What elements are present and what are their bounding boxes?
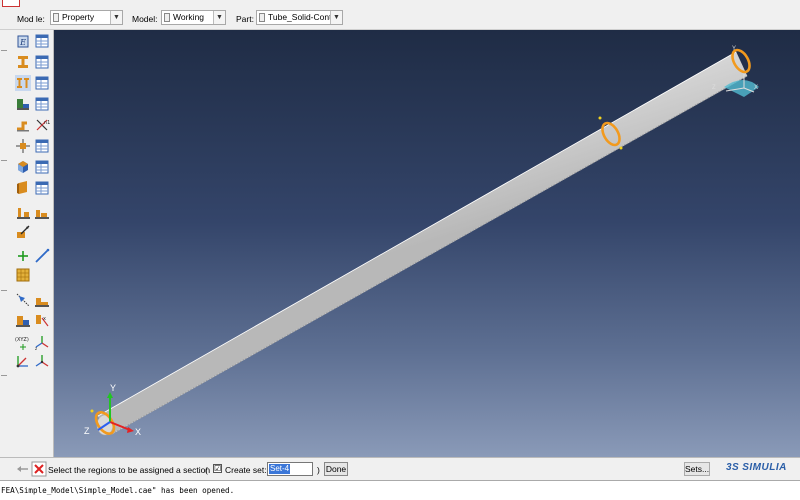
brand-mark: 3S [726, 462, 740, 473]
partition-cell-icon[interactable] [15, 312, 31, 328]
property-toolbox: E n1 x (XYZ) z [9, 30, 54, 457]
create-set-checkbox[interactable]: ☑ [213, 464, 222, 473]
edge-marker [598, 116, 602, 120]
chevron-down-icon[interactable]: ▼ [110, 11, 122, 24]
prompt-message: Select the regions to be assigned a sect… [48, 465, 211, 475]
view-triad-y-label: Y [732, 46, 737, 52]
partition-face-icon[interactable]: x [34, 312, 50, 328]
special-inertia-icon[interactable] [15, 138, 31, 154]
model-value: Working [173, 12, 205, 22]
set-name-input[interactable]: Set-4 [267, 462, 313, 476]
assign-beam-orientation-icon[interactable] [15, 117, 31, 133]
tube-edge-upper [97, 51, 737, 417]
skin-manager-icon[interactable] [34, 159, 50, 175]
model-combo[interactable]: Working ▼ [161, 10, 226, 25]
inertia-manager-icon[interactable] [34, 138, 50, 154]
profile-manager-icon[interactable] [34, 75, 50, 91]
tree-tick [1, 375, 7, 376]
scene-svg [90, 48, 759, 436]
view-triad-x-label: X [754, 85, 759, 91]
datum-csys-manager-icon[interactable]: z [34, 335, 50, 351]
view-triad-z-label: Z [712, 85, 716, 91]
context-toolbar: Mod le: Property ▼ Model: Working ▼ Part… [0, 7, 800, 30]
triad-x-label: X [135, 427, 142, 437]
triad-z-label: Z [84, 426, 90, 436]
datum-csys-icon[interactable]: (XYZ) [15, 335, 31, 351]
assign-material-orientation-icon[interactable] [15, 224, 31, 240]
set-name-value: Set-4 [269, 464, 291, 474]
svg-text:(XYZ): (XYZ) [15, 337, 29, 343]
create-set-label: Create set: [225, 465, 267, 475]
part-spin-icon[interactable] [259, 13, 265, 22]
create-profile-icon[interactable] [15, 75, 31, 91]
model-label: Model: [132, 14, 158, 24]
stringer-icon[interactable] [15, 180, 31, 196]
sets-button[interactable]: Sets... [684, 462, 710, 476]
tree-tick [1, 290, 7, 291]
material-manager-icon[interactable] [34, 33, 50, 49]
model-spin-icon[interactable] [164, 13, 170, 22]
edge-marker [619, 146, 623, 150]
cancel-icon[interactable] [31, 461, 47, 477]
prompt-close-paren: ) [317, 465, 320, 475]
done-button[interactable]: Done [324, 462, 348, 476]
tree-tick [1, 50, 7, 51]
window-control[interactable] [2, 0, 20, 7]
simulia-logo: 3S SIMULIA [726, 462, 787, 473]
module-value: Property [62, 12, 95, 22]
back-arrow-icon[interactable] [15, 461, 29, 475]
assign-section-icon[interactable] [15, 96, 31, 112]
create-section-icon[interactable] [15, 54, 31, 70]
chevron-down-icon[interactable]: ▼ [330, 11, 342, 24]
composite-layup-icon[interactable] [15, 205, 31, 221]
datum-axis-icon[interactable] [34, 248, 50, 264]
datum-point-icon[interactable] [15, 248, 31, 264]
part-value: Tube_Solid-Cont [268, 12, 330, 22]
message-area[interactable]: FEA\Simple_Model\Simple_Model.cae" has b… [0, 480, 800, 500]
part-label: Part: [236, 14, 254, 24]
svg-text:x: x [43, 316, 46, 322]
svg-text:n1: n1 [44, 120, 50, 126]
skin-icon[interactable] [15, 159, 31, 175]
module-combo[interactable]: Property ▼ [50, 10, 123, 25]
create-material-icon[interactable]: E [15, 33, 31, 49]
viewport-canvas[interactable]: Y Z X Y Z X [54, 30, 800, 457]
section-manager-icon[interactable] [34, 54, 50, 70]
chevron-down-icon[interactable]: ▼ [213, 11, 225, 24]
module-label: Mod le: [17, 14, 45, 24]
csys-tools-icon[interactable] [34, 353, 50, 369]
svg-text:z: z [35, 346, 37, 351]
stringer-manager-icon[interactable] [34, 180, 50, 196]
datum-plane-icon[interactable] [15, 267, 31, 283]
prompt-area: Select the regions to be assigned a sect… [0, 457, 800, 480]
prompt-open-paren: ( [205, 465, 208, 475]
tube-body[interactable] [97, 51, 748, 435]
brand-name: SIMULIA [742, 462, 787, 473]
tree-tick [1, 160, 7, 161]
layup-manager-icon[interactable] [34, 205, 50, 221]
message-line: FEA\Simple_Model\Simple_Model.cae" has b… [1, 486, 235, 495]
rebar-reference-icon[interactable]: n1 [34, 117, 50, 133]
triad-y-label: Y [110, 383, 117, 393]
query-icon[interactable] [15, 292, 31, 308]
title-strip [0, 0, 800, 7]
partition-icon[interactable] [34, 292, 50, 308]
part-combo[interactable]: Tube_Solid-Cont ▼ [256, 10, 343, 25]
assignment-manager-icon[interactable] [34, 96, 50, 112]
edge-marker [90, 409, 94, 413]
svg-text:E: E [19, 38, 26, 47]
module-spin-icon[interactable] [53, 13, 59, 22]
transform-icon[interactable] [15, 353, 31, 369]
